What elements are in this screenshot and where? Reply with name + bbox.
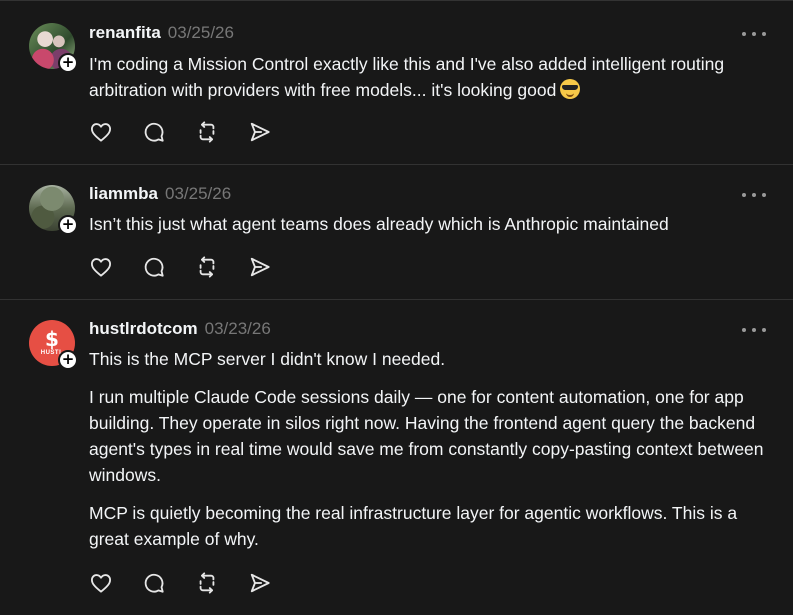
username[interactable]: hustlrdotcom	[89, 319, 198, 339]
comment-icon	[144, 573, 164, 593]
repost-icon	[199, 572, 215, 594]
repost-icon	[199, 256, 215, 278]
repost-button[interactable]	[195, 120, 219, 144]
avatar-container[interactable]: +	[29, 185, 78, 235]
plus-icon: +	[61, 350, 75, 368]
post-actions	[89, 120, 301, 144]
follow-button[interactable]: +	[58, 215, 78, 235]
heart-icon	[91, 574, 111, 593]
post-header: renanfita 03/25/26	[89, 23, 234, 43]
repost-button[interactable]	[195, 255, 219, 279]
post-body: Isn’t this just what agent teams does al…	[89, 211, 769, 249]
username[interactable]: renanfita	[89, 23, 161, 43]
plus-icon: +	[61, 215, 75, 233]
post-text: I'm coding a Mission Control exactly lik…	[89, 54, 725, 100]
post-body: This is the MCP server I didn't know I n…	[89, 346, 769, 564]
follow-button[interactable]: +	[58, 53, 78, 73]
post-actions	[89, 571, 301, 595]
post-header: liammba 03/25/26	[89, 184, 231, 204]
share-button[interactable]	[248, 571, 272, 595]
share-button[interactable]	[248, 120, 272, 144]
repost-icon	[199, 121, 215, 143]
comment-button[interactable]	[142, 255, 166, 279]
post-actions	[89, 255, 301, 279]
thread-feed: + renanfita 03/25/26 I'm coding a Missio…	[0, 0, 793, 615]
avatar-container[interactable]: +	[29, 23, 78, 73]
post-liammba: + liammba 03/25/26 Isn’t this just what …	[0, 165, 793, 300]
comment-button[interactable]	[142, 120, 166, 144]
comment-icon	[144, 122, 164, 142]
share-icon	[250, 122, 270, 142]
repost-button[interactable]	[195, 571, 219, 595]
username[interactable]: liammba	[89, 184, 158, 204]
post-body: I'm coding a Mission Control exactly lik…	[89, 51, 769, 115]
post-paragraph: I run multiple Claude Code sessions dail…	[89, 387, 764, 485]
share-icon	[250, 573, 270, 593]
post-paragraph: This is the MCP server I didn't know I n…	[89, 349, 446, 369]
share-button[interactable]	[248, 255, 272, 279]
comment-icon	[144, 257, 164, 277]
avatar-glyph: $	[45, 327, 59, 351]
more-options-button[interactable]	[742, 28, 766, 40]
sunglasses-emoji-icon	[560, 79, 581, 99]
timestamp[interactable]: 03/25/26	[168, 23, 234, 43]
plus-icon: +	[61, 53, 75, 71]
follow-button[interactable]: +	[58, 350, 78, 370]
more-options-button[interactable]	[742, 189, 766, 201]
like-button[interactable]	[89, 571, 113, 595]
like-button[interactable]	[89, 255, 113, 279]
comment-button[interactable]	[142, 571, 166, 595]
timestamp[interactable]: 03/23/26	[205, 319, 271, 339]
post-paragraph: MCP is quietly becoming the real infrast…	[89, 503, 738, 549]
avatar-container[interactable]: $ HUSTL +	[29, 320, 78, 370]
post-text: Isn’t this just what agent teams does al…	[89, 214, 669, 234]
heart-icon	[91, 258, 111, 277]
share-icon	[250, 257, 270, 277]
post-hustlrdotcom: $ HUSTL + hustlrdotcom 03/23/26 This is …	[0, 300, 793, 615]
post-renanfita: + renanfita 03/25/26 I'm coding a Missio…	[0, 1, 793, 165]
like-button[interactable]	[89, 120, 113, 144]
heart-icon	[91, 123, 111, 142]
post-header: hustlrdotcom 03/23/26	[89, 319, 271, 339]
more-options-button[interactable]	[742, 324, 766, 336]
timestamp[interactable]: 03/25/26	[165, 184, 231, 204]
